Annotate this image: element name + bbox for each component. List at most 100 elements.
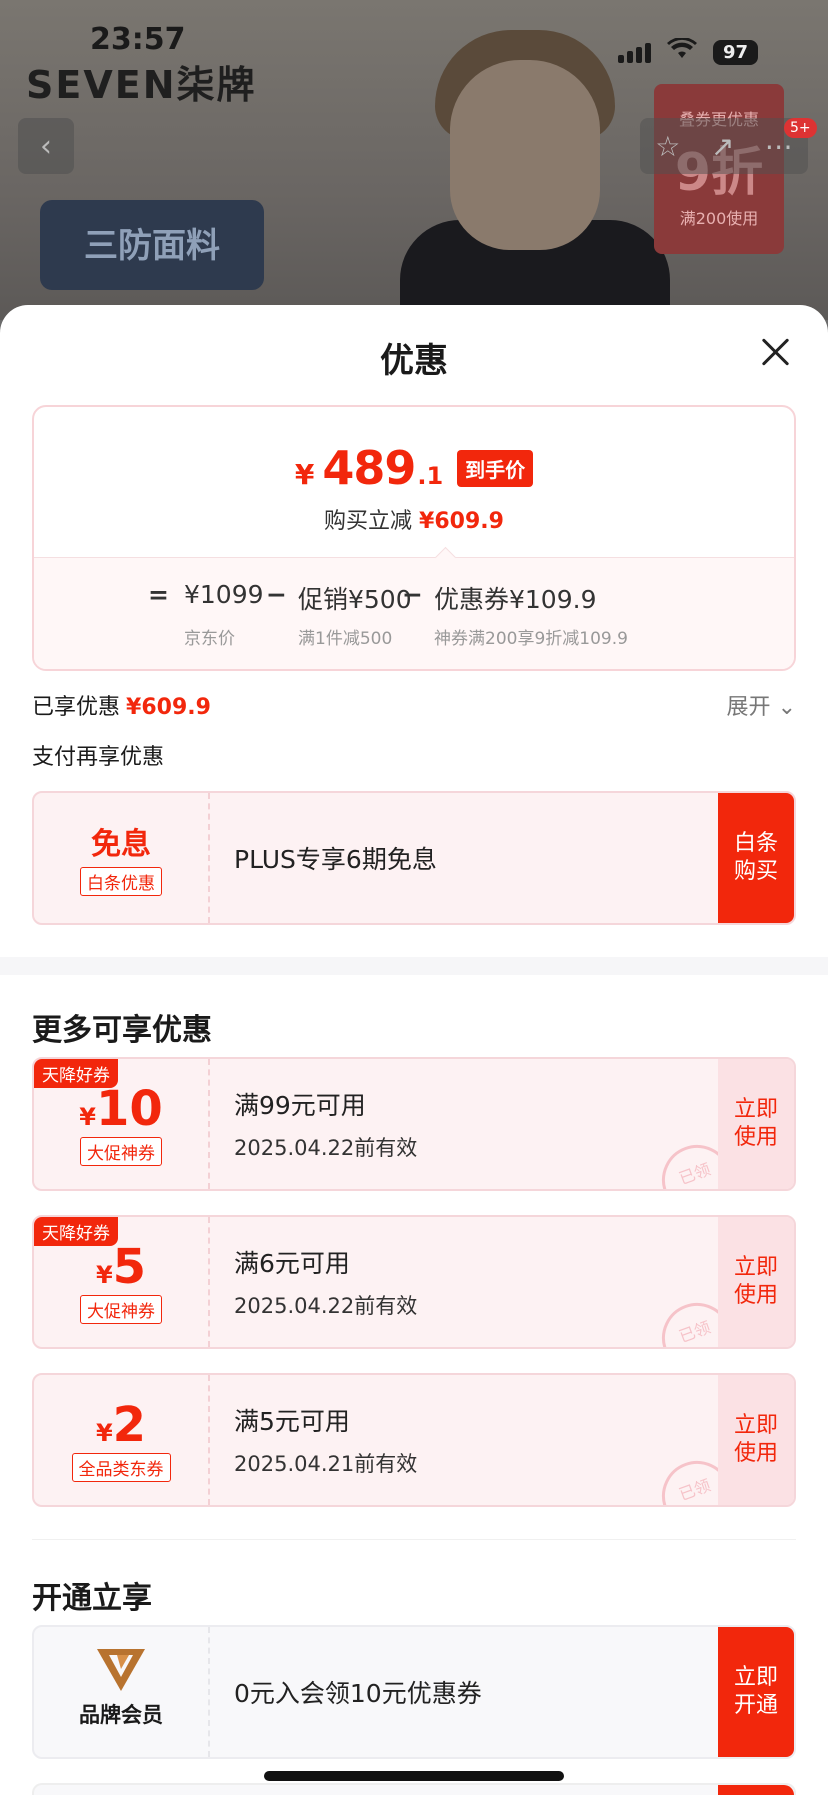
next-card-peek	[32, 1783, 796, 1795]
final-price: ¥ 489 .1 到手价	[34, 441, 794, 495]
enjoyed-value: ¥609.9	[126, 695, 211, 720]
promo-discount: 促销¥500	[298, 585, 412, 614]
coupon-card: 天降好券 ¥5 大促神券 满6元可用 2025.04.22前有效 已领 立即 使用	[32, 1215, 796, 1349]
top-action-icons: ☆ ↗ ⋯	[640, 118, 808, 174]
expand-label: 展开	[726, 695, 771, 720]
baitiao-chip: 白条优惠	[80, 867, 162, 896]
use-now-button[interactable]: 立即 使用	[718, 1059, 794, 1189]
coupon-validity: 2025.04.22前有效	[234, 1294, 418, 1318]
coupon-value-area: ¥2 全品类东券	[34, 1375, 210, 1505]
membership-left: 品牌会员	[34, 1627, 210, 1757]
coupon-currency: ¥	[79, 1103, 96, 1131]
coupon-info: 满5元可用 2025.04.21前有效	[234, 1375, 417, 1505]
coupon-amount-value: 10	[95, 1081, 163, 1137]
purchase-reduction: 购买立减 ¥609.9	[34, 503, 794, 535]
status-time: 23:57	[90, 22, 186, 57]
coupon-discount: 优惠券¥109.9	[434, 585, 597, 614]
price-currency: ¥	[294, 458, 315, 491]
equals-sign: =	[148, 580, 169, 609]
home-indicator	[264, 1771, 564, 1781]
join-now-button[interactable]: 立即 开通	[718, 1627, 794, 1757]
baitiao-btn-line1: 白条	[733, 831, 778, 856]
coupon-amount-value: 2	[112, 1397, 147, 1453]
coupon-amount-value: 5	[112, 1239, 147, 1295]
divider	[32, 1539, 796, 1540]
use-btn-line1: 立即	[733, 1413, 778, 1438]
baitiao-left: 免息 白条优惠	[34, 793, 210, 923]
section-divider	[0, 957, 828, 975]
use-now-button[interactable]: 立即 使用	[718, 1217, 794, 1347]
final-price-tag: 到手价	[457, 449, 534, 487]
coupon-chip: 全品类东券	[71, 1453, 171, 1482]
jd-price-label: 京东价	[184, 629, 235, 649]
reduction-label: 购买立减	[324, 509, 413, 534]
coupon-amount: ¥10	[34, 1081, 208, 1137]
coupon-condition: 满5元可用	[234, 1407, 350, 1436]
use-btn-line2: 使用	[733, 1125, 778, 1150]
coupon-info: 满99元可用 2025.04.22前有效	[234, 1059, 417, 1189]
expand-button[interactable]: 展开 ⌄	[727, 689, 796, 721]
back-button[interactable]: ‹	[18, 118, 74, 174]
membership-info: 0元入会领10元优惠券	[234, 1627, 482, 1757]
coupon-validity: 2025.04.22前有效	[234, 1136, 418, 1160]
cart-badge: 5+	[784, 118, 817, 138]
baitiao-desc: PLUS专享6期免息	[234, 845, 437, 874]
sheet-title: 优惠	[380, 341, 448, 381]
use-btn-line1: 立即	[733, 1255, 778, 1280]
membership-section-title: 开通立享	[32, 1581, 152, 1616]
offers-sheet: 优惠 ¥ 489 .1 到手价 购买立减 ¥609.9 = ¥1099 京东价 …	[0, 305, 828, 1795]
membership-desc: 0元入会领10元优惠券	[234, 1679, 482, 1708]
use-now-button[interactable]: 立即 使用	[718, 1375, 794, 1505]
minus-sign: −	[266, 580, 287, 609]
star-icon[interactable]: ☆	[655, 130, 680, 163]
wifi-icon	[666, 37, 697, 66]
coupon-ribbon: 天降好券	[34, 1059, 118, 1088]
product-page-background: SEVEN柒牌 23:57 97 ‹ 三防面料 叠券更优惠 9折 满200使用 …	[0, 0, 828, 320]
coupon-card: ¥2 全品类东券 满5元可用 2025.04.21前有效 已领 立即 使用	[32, 1373, 796, 1507]
pay-more-label: 支付再享优惠	[32, 745, 165, 770]
price-breakdown: = ¥1099 京东价 − 促销¥500 满1件减500 − 优惠券¥109.9…	[34, 557, 794, 669]
join-btn-line2: 开通	[733, 1693, 778, 1718]
coupon-ribbon: 天降好券	[34, 1217, 118, 1246]
status-icons: 97	[617, 37, 758, 66]
feature-tag: 三防面料	[40, 200, 264, 290]
coupon-amount: ¥2	[34, 1397, 208, 1453]
signal-icon	[617, 41, 651, 63]
coupon-amount: ¥5	[34, 1239, 208, 1295]
baitiao-desc-area: PLUS专享6期免息	[234, 793, 437, 923]
coupon-chip: 大促神券	[80, 1295, 162, 1324]
price-amount: 489	[322, 441, 416, 495]
reduction-value: ¥609.9	[419, 509, 504, 534]
coupon-info: 满6元可用 2025.04.22前有效	[234, 1217, 417, 1347]
coupon-card: 天降好券 ¥10 大促神券 满99元可用 2025.04.22前有效 已领 立即…	[32, 1057, 796, 1191]
jd-price: ¥1099	[184, 580, 264, 609]
baitiao-title: 免息	[91, 827, 151, 862]
price-summary-card: ¥ 489 .1 到手价 购买立减 ¥609.9 = ¥1099 京东价 − 促…	[32, 405, 796, 671]
coupon-chip: 大促神券	[80, 1137, 162, 1166]
coupon-validity: 2025.04.21前有效	[234, 1452, 418, 1476]
coupon-banner-sub: 满200使用	[679, 209, 759, 228]
coupon-currency: ¥	[95, 1261, 113, 1289]
baitiao-btn-line2: 购买	[733, 859, 778, 884]
share-icon[interactable]: ↗	[711, 130, 734, 163]
coupon-condition: 满6元可用	[234, 1249, 350, 1278]
enjoyed-discount: 已享优惠 ¥609.9	[32, 689, 211, 721]
membership-label: 品牌会员	[79, 1703, 163, 1727]
enjoyed-label: 已享优惠	[32, 695, 121, 720]
coupon-value-area: 天降好券 ¥5 大促神券	[34, 1217, 210, 1347]
brand-logo: SEVEN柒牌	[26, 63, 257, 107]
more-offers-title: 更多可享优惠	[32, 1013, 212, 1048]
battery-icon: 97	[712, 39, 758, 65]
baitiao-buy-button[interactable]: 白条 购买	[718, 793, 794, 923]
brand-v-logo-icon	[34, 1647, 208, 1697]
baitiao-offer-card: 免息 白条优惠 PLUS专享6期免息 白条购买	[32, 791, 796, 925]
use-btn-line2: 使用	[733, 1283, 778, 1308]
use-btn-line1: 立即	[733, 1097, 778, 1122]
minus-sign: −	[402, 580, 423, 609]
membership-card: 品牌会员 0元入会领10元优惠券 立即 开通	[32, 1625, 796, 1759]
close-icon[interactable]	[760, 337, 790, 367]
price-decimal: .1	[417, 462, 444, 490]
coupon-condition: 满99元可用	[234, 1091, 366, 1120]
coupon-value-area: 天降好券 ¥10 大促神券	[34, 1059, 210, 1189]
coupon-currency: ¥	[95, 1419, 113, 1447]
